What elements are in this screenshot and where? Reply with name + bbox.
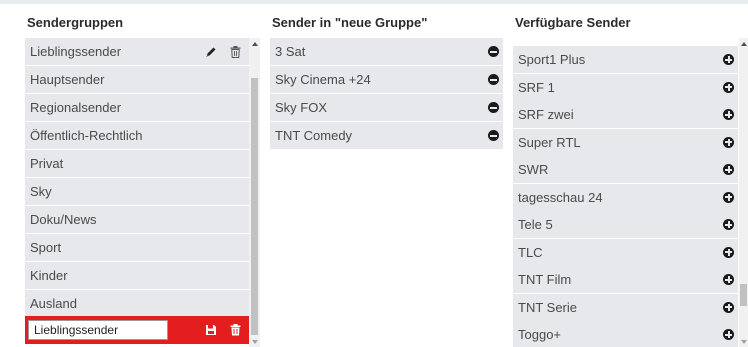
available-channel-item-label: TNT Serie [518,299,577,315]
groups-list: Lieblingssender Hauptsender Regionalsender… [25,38,249,347]
plus-circle-icon[interactable] [723,329,734,340]
available-channel-item[interactable]: Super RTL [513,128,738,156]
available-channel-item[interactable]: Toggo+ [513,321,738,347]
available-channel-item-label: Toggo+ [518,327,562,342]
group-item[interactable]: Sport [25,234,249,261]
floppy-disk-icon[interactable] [205,324,217,336]
group-channel-item[interactable]: 3 Sat [270,38,503,65]
group-item-label: Öffentlich-Rechtlich [30,128,143,143]
available-channel-item-label: Sport1 Plus [518,52,586,67]
available-channel-item-label: Tele 5 [518,217,553,232]
group-channels-panel: Sender in "neue Gruppe" 3 Sat Sky Cinema … [262,4,505,347]
group-item[interactable]: Privat [25,150,249,177]
available-channel-item[interactable]: SWR [513,156,738,183]
group-channel-item[interactable]: TNT Comedy [270,122,503,149]
plus-circle-icon[interactable] [723,219,734,230]
available-title: Verfügbare Sender [515,15,631,30]
group-item-label: Kinder [30,268,68,283]
delete-new-group-icon[interactable] [230,324,241,336]
group-channel-item[interactable]: Sky Cinema +24 [270,66,503,93]
available-channel-item-label: tagesschau 24 [518,189,603,205]
scroll-up-arrow-icon[interactable] [251,42,258,46]
available-scroll-down-arrow-icon[interactable] [740,340,747,344]
new-group-row [25,316,249,344]
group-channel-item[interactable]: Sky FOX [270,94,503,121]
available-channel-item-label: Super RTL [518,134,581,150]
groups-scrollbar-thumb[interactable] [251,78,258,335]
available-channel-item[interactable]: SRF 1 [513,73,738,101]
plus-circle-icon[interactable] [723,301,734,313]
plus-circle-icon[interactable] [723,136,734,148]
plus-circle-icon[interactable] [723,54,734,65]
pencil-icon[interactable] [205,46,217,58]
plus-circle-icon[interactable] [723,109,734,120]
group-item-label: Lieblingssender [30,44,122,59]
available-channel-item-label: SRF 1 [518,79,555,95]
group-item[interactable]: Sky [25,178,249,205]
available-channel-item[interactable]: Tele 5 [513,211,738,238]
available-channel-item-label: TLC [518,244,543,260]
group-item-label: Ausland [30,296,77,311]
group-item-label: Sky [30,184,52,199]
available-scroll-up-arrow-icon[interactable] [740,42,747,46]
minus-circle-icon[interactable] [488,102,499,113]
available-channel-item-label: SRF zwei [518,107,574,122]
plus-circle-icon[interactable] [723,164,734,175]
groups-scrollbar[interactable] [249,38,260,347]
available-channel-item[interactable]: SRF zwei [513,101,738,128]
group-item[interactable]: Lieblingssender [25,38,249,65]
group-item-label: Privat [30,156,64,171]
group-item-label: Sport [30,240,62,255]
plus-circle-icon[interactable] [723,191,734,203]
groups-title: Sendergruppen [27,15,124,30]
minus-circle-icon[interactable] [488,46,499,57]
minus-circle-icon[interactable] [488,130,499,141]
scroll-down-arrow-icon[interactable] [251,340,258,344]
plus-circle-icon[interactable] [723,81,734,93]
group-channels-list: 3 Sat Sky Cinema +24 Sky FOX TNT Comedy [270,38,503,158]
group-item-label: Hauptsender [30,72,105,87]
group-item[interactable]: Doku/News [25,206,249,233]
group-channel-item-label: TNT Comedy [275,128,353,143]
group-item[interactable]: Ausland [25,290,249,317]
group-item[interactable]: Kinder [25,262,249,289]
available-channel-item-label: TNT Film [518,272,572,287]
group-channel-item-label: Sky FOX [275,100,328,115]
group-item[interactable]: Öffentlich-Rechtlich [25,122,249,149]
available-panel: Verfügbare Sender Sport1 Plus SRF 1 SRF zw… [505,4,748,347]
group-item[interactable]: Hauptsender [25,66,249,93]
available-scrollbar[interactable] [739,38,748,347]
available-scrollbar-thumb[interactable] [740,284,747,306]
new-group-input[interactable] [28,320,168,340]
available-channel-item[interactable]: TNT Serie [513,293,738,321]
available-channel-item[interactable]: TLC [513,238,738,266]
group-item-label: Regionalsender [30,100,122,115]
group-channels-title: Sender in "neue Gruppe" [272,15,428,30]
plus-circle-icon[interactable] [723,274,734,285]
minus-circle-icon[interactable] [488,74,499,85]
groups-panel: Sendergruppen Lieblingssender Hauptsender… [0,4,262,347]
available-channel-item[interactable]: tagesschau 24 [513,183,738,211]
available-channel-item[interactable]: Sport1 Plus [513,46,738,73]
available-channel-item[interactable]: TNT Film [513,266,738,293]
group-item[interactable]: Regionalsender [25,94,249,121]
group-channel-item-label: Sky Cinema +24 [275,72,371,87]
trash-icon[interactable] [230,46,241,58]
available-list: Sport1 Plus SRF 1 SRF zwei Super RTL SWR tage… [513,46,738,347]
group-channel-item-label: 3 Sat [275,44,306,59]
available-channel-item-label: SWR [518,162,549,177]
group-item-label: Doku/News [30,212,97,227]
plus-circle-icon[interactable] [723,246,734,258]
